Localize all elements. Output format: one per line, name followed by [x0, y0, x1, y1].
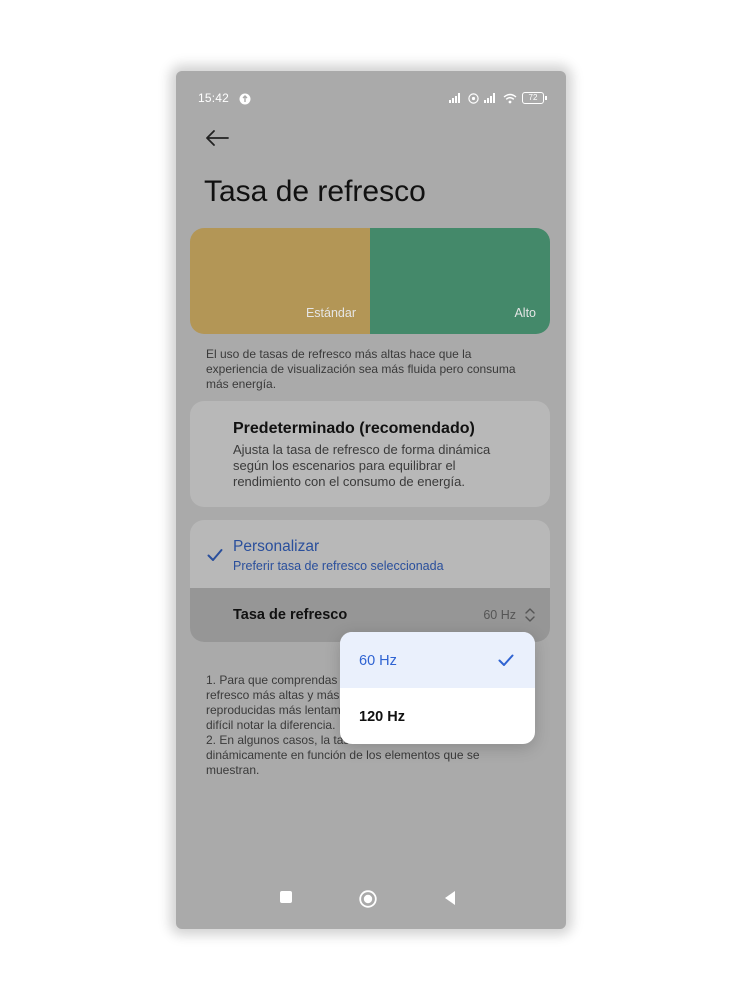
navigation-bar — [176, 869, 566, 929]
option-custom[interactable]: Personalizar Preferir tasa de refresco s… — [190, 520, 550, 642]
option-default-subtitle: Ajusta la tasa de refresco de forma diná… — [233, 442, 491, 489]
dropdown-option-60hz[interactable]: 60 Hz — [340, 632, 535, 688]
check-icon — [207, 549, 223, 561]
option-custom-subtitle: Preferir tasa de refresco seleccionada — [233, 559, 444, 573]
page-title: Tasa de refresco — [204, 175, 426, 208]
status-icons: 72 — [449, 92, 547, 104]
standard-preview-panel: Estándar — [190, 228, 370, 334]
battery-icon: 72 — [522, 92, 547, 104]
phone-screen: 15:42 72 Tasa de refresco Estándar Alto … — [176, 71, 566, 929]
option-custom-title: Personalizar — [233, 538, 320, 555]
sim-icon — [468, 92, 479, 104]
standard-label: Estándar — [305, 306, 356, 320]
signal-icon-2 — [484, 93, 495, 103]
option-60hz-label: 60 Hz — [359, 653, 397, 669]
signal-icon — [449, 93, 460, 103]
refresh-rate-preview: Estándar Alto — [190, 228, 550, 334]
cloud-sync-icon — [239, 93, 251, 105]
option-default-title: Predeterminado (recomendado) — [233, 420, 475, 437]
back-arrow-icon[interactable] — [204, 127, 230, 149]
high-label: Alto — [514, 306, 536, 320]
home-circle-icon[interactable] — [359, 890, 377, 908]
wifi-icon — [503, 93, 517, 103]
status-bar: 15:42 72 — [198, 91, 547, 107]
description-text: El uso de tasas de refresco más altas ha… — [206, 347, 516, 391]
refresh-rate-dropdown: 60 Hz 120 Hz — [340, 632, 535, 744]
option-default[interactable]: Predeterminado (recomendado) Ajusta la t… — [190, 401, 550, 507]
recents-square-icon[interactable] — [280, 891, 292, 903]
selected-check-icon — [498, 654, 514, 666]
high-preview-panel: Alto — [370, 228, 550, 334]
refresh-rate-value: 60 Hz — [483, 608, 516, 622]
status-time: 15:42 — [198, 91, 230, 105]
back-triangle-icon[interactable] — [443, 890, 457, 906]
refresh-rate-label: Tasa de refresco — [233, 607, 348, 623]
up-down-chevron-icon — [525, 608, 535, 622]
dropdown-option-120hz[interactable]: 120 Hz — [340, 688, 535, 744]
option-120hz-label: 120 Hz — [359, 709, 405, 725]
